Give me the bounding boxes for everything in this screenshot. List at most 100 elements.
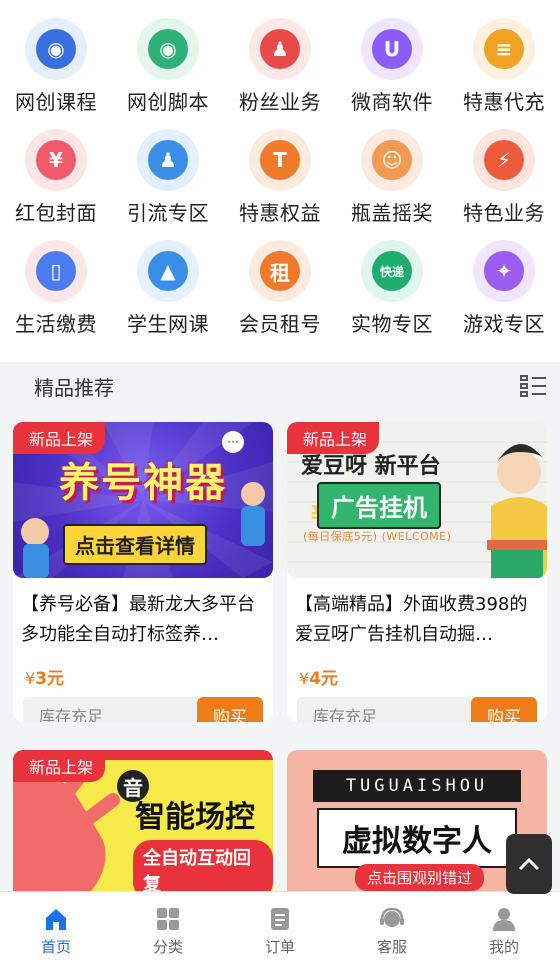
nav-category[interactable]: 分类	[112, 892, 224, 962]
product-card[interactable]: 新品上架 ¥ 爱豆呀 新平台 广告挂机 (每日保底5元) (WE	[287, 422, 547, 722]
globe-user-icon: ◉	[25, 18, 87, 80]
globe-script-icon: ◉	[137, 18, 199, 80]
category-alarm-clock[interactable]: ⚡ 特色业务	[448, 129, 560, 240]
coins-stack-icon: ≡	[473, 18, 535, 80]
category-label: 瓶盖摇奖	[351, 201, 433, 225]
product-card[interactable]: 新品上架 ··· 养号神器 点击查看详情 【养号必备】最新龙大多平台多功能全自动…	[13, 422, 273, 722]
icon-glyph: ¥	[36, 140, 76, 180]
buy-button[interactable]: 购买	[471, 697, 537, 722]
product-banner[interactable]: 新品上架 ¥ 爱豆呀 新平台 广告挂机 (每日保底5元) (WE	[287, 422, 547, 578]
icon-glyph: 快递	[372, 251, 412, 291]
nav-label: 订单	[264, 938, 295, 956]
buy-row: 库存充足 购买	[13, 689, 273, 722]
category-smile-face[interactable]: ☺ 瓶盖摇奖	[336, 129, 448, 240]
alarm-clock-icon: ⚡	[473, 129, 535, 191]
category-phone-bill[interactable]: ▯ 生活缴费	[0, 240, 112, 351]
category-label: 会员租号	[239, 312, 321, 336]
category-graduation-cap[interactable]: ▲ 学生网课	[112, 240, 224, 351]
icon-glyph: ✦	[484, 251, 524, 291]
buy-row: 库存充足 购买	[287, 689, 547, 722]
category-label: 网创课程	[15, 90, 97, 114]
order-list-icon	[271, 908, 289, 930]
nav-service[interactable]: 客服	[336, 892, 448, 962]
product-title[interactable]: 【高端精品】外面收费398的爱豆呀广告挂机自动掘…	[287, 578, 547, 654]
t-badge-icon: T	[249, 129, 311, 191]
nav-label: 分类	[152, 938, 183, 956]
product-card[interactable]: 新品上架 音 智能场控 全自动互动回复	[13, 750, 273, 910]
category-label: 生活缴费	[15, 312, 97, 336]
category-label: 特惠代充	[463, 90, 545, 114]
new-tag: 新品上架	[13, 422, 106, 454]
category-users-group[interactable]: ♟ 引流专区	[112, 129, 224, 240]
section-title: 精品推荐	[34, 375, 114, 400]
category-red-envelope[interactable]: ¥ 红包封面	[0, 129, 112, 240]
category-label: 微商软件	[351, 90, 433, 114]
category-globe-user[interactable]: ◉ 网创课程	[0, 18, 112, 129]
category-gamepad[interactable]: ✦ 游戏专区	[448, 240, 560, 351]
category-globe-script[interactable]: ◉ 网创脚本	[112, 18, 224, 129]
nav-profile[interactable]: 我的	[448, 892, 560, 962]
phone-bill-icon: ▯	[25, 240, 87, 302]
icon-glyph: ◉	[148, 29, 188, 69]
banner-headline: 虚拟数字人	[317, 808, 517, 868]
smile-face-icon: ☺	[361, 129, 423, 191]
category-label: 特色业务	[463, 201, 545, 225]
icon-glyph: U	[372, 29, 412, 69]
category-t-badge[interactable]: T 特惠权益	[224, 129, 336, 240]
graduation-cap-icon: ▲	[137, 240, 199, 302]
scroll-top-button[interactable]	[506, 834, 552, 894]
banner-sub: (每日保底5元) (WELCOME)	[303, 530, 452, 543]
icon-glyph: ♟	[148, 140, 188, 180]
price-symbol: ¥	[25, 669, 36, 688]
nav-label: 首页	[40, 938, 71, 956]
category-rent-badge[interactable]: 租会员租号	[224, 240, 336, 351]
banner-headline: 智能场控	[135, 800, 255, 835]
bottom-nav: 首页 分类 订单 客服 我的	[0, 891, 560, 962]
nav-orders[interactable]: 订单	[224, 892, 336, 962]
banner-sub: 点击围观别错过	[355, 864, 485, 891]
category-user-fans[interactable]: ♟ 粉丝业务	[224, 18, 336, 129]
user-fans-icon: ♟	[249, 18, 311, 80]
price-value: 3元	[35, 669, 65, 689]
icon-glyph: ♟	[260, 29, 300, 69]
banner-cta: 点击查看详情	[63, 524, 207, 565]
banner-headline: 广告挂机	[317, 482, 441, 529]
product-price: ¥4元	[287, 654, 547, 689]
chevron-up-icon	[518, 857, 540, 871]
category-coins-stack[interactable]: ≡ 特惠代充	[448, 18, 560, 129]
category-grid: ◉ 网创课程 ◉ 网创脚本 ♟ 粉丝业务 U 微商软件 ≡ 特惠代充 ¥ 红包封面 ♟ 引流专区 T 特惠权益…	[0, 0, 560, 362]
new-tag: 新品上架	[13, 750, 106, 782]
category-label: 粉丝业务	[239, 90, 321, 114]
stock-status: 库存充足	[297, 697, 471, 722]
customer-service-icon	[380, 907, 404, 927]
nav-home[interactable]: 首页	[0, 892, 112, 962]
new-tag: 新品上架	[287, 422, 380, 454]
banner-headline: 养号神器	[59, 460, 227, 506]
category-delivery-scooter[interactable]: 快递 实物专区	[336, 240, 448, 351]
icon-glyph: ≡	[484, 29, 524, 69]
users-group-icon: ♟	[137, 129, 199, 191]
price-symbol: ¥	[299, 669, 310, 688]
gamepad-icon: ✦	[473, 240, 535, 302]
product-banner[interactable]: 新品上架 音 智能场控 全自动互动回复	[13, 750, 273, 910]
category-u-app[interactable]: U 微商软件	[336, 18, 448, 129]
icon-glyph: ▯	[36, 251, 76, 291]
red-envelope-icon: ¥	[25, 129, 87, 191]
rent-badge-icon: 租	[249, 240, 311, 302]
banner-top-text: TUGUAISHOU	[313, 770, 521, 802]
product-banner[interactable]: 新品上架 ··· 养号神器 点击查看详情	[13, 422, 273, 578]
buy-button[interactable]: 购买	[197, 697, 263, 722]
home-icon	[46, 909, 66, 930]
category-label: 实物专区	[351, 312, 433, 336]
category-label: 游戏专区	[463, 312, 545, 336]
category-label: 学生网课	[127, 312, 209, 336]
layout-toggle-icon[interactable]	[520, 373, 546, 399]
category-label: 红包封面	[15, 201, 97, 225]
nav-label: 客服	[376, 938, 407, 956]
delivery-scooter-icon: 快递	[361, 240, 423, 302]
icon-glyph: T	[260, 140, 300, 180]
product-title[interactable]: 【养号必备】最新龙大多平台多功能全自动打标签养…	[13, 578, 273, 654]
profile-icon	[493, 908, 515, 931]
icon-glyph: ▲	[148, 251, 188, 291]
nav-label: 我的	[488, 938, 519, 956]
